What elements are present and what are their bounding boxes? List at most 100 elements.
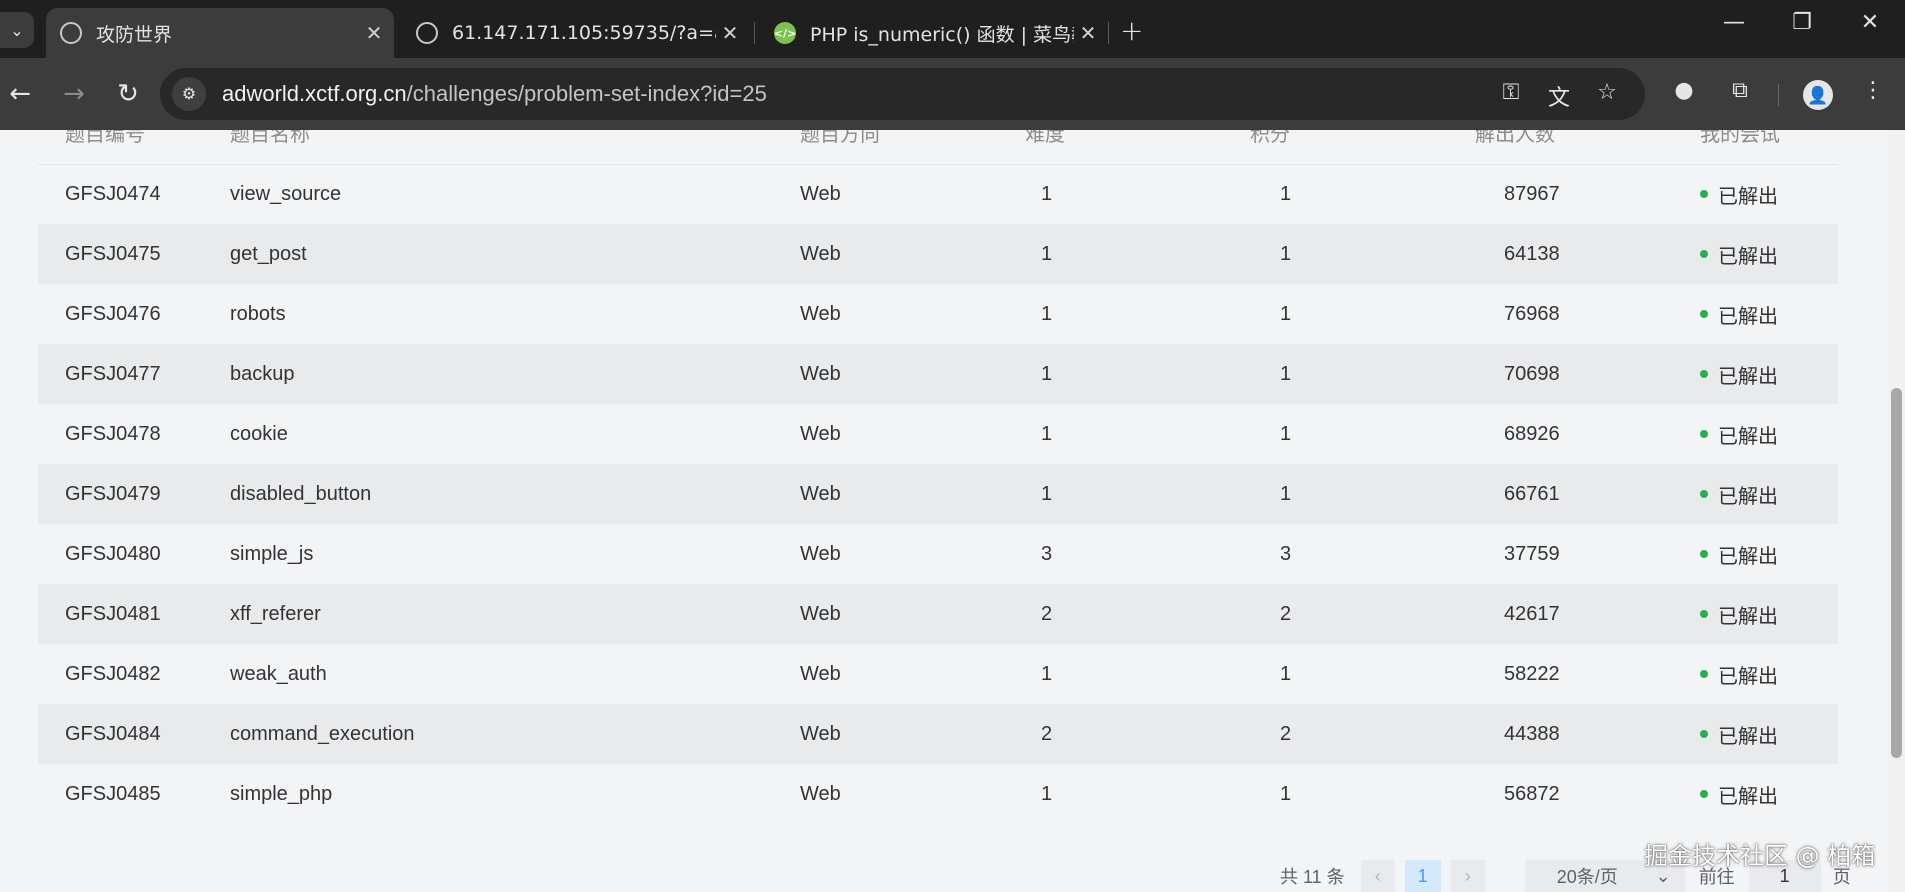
- scrollbar-thumb[interactable]: [1891, 388, 1902, 758]
- close-icon[interactable]: ✕: [1074, 21, 1102, 45]
- cell-direction: Web: [773, 224, 998, 284]
- status-badge: 已解出: [1700, 240, 1778, 269]
- cell-solves: 87967: [1504, 182, 1560, 205]
- site-info-icon[interactable]: ⚙: [172, 77, 206, 111]
- menu-kebab-icon[interactable]: ⋮: [1857, 78, 1889, 103]
- header-score: 积分: [1223, 130, 1448, 165]
- cell-name[interactable]: simple_php: [203, 764, 773, 824]
- back-icon[interactable]: ←: [2, 76, 38, 112]
- cell-score: 1: [1223, 224, 1448, 284]
- cell-id: GFSJ0480: [65, 542, 161, 565]
- table-row[interactable]: GFSJ0478 cookie Web 1 1 68926 已解出: [38, 404, 1838, 464]
- cell-difficulty: 2: [998, 584, 1223, 644]
- cell-attempt: 已解出: [1673, 584, 1838, 644]
- cell-score: 1: [1280, 182, 1292, 205]
- cell-score: 1: [1280, 422, 1292, 445]
- globe-icon: [416, 22, 438, 44]
- status-label: 已解出: [1718, 185, 1778, 208]
- cell-solves: 68926: [1504, 422, 1560, 445]
- cell-id: GFSJ0478: [65, 422, 161, 445]
- tab-challenge-site[interactable]: 61.147.171.105:59735/?a=asd ✕: [402, 8, 750, 58]
- cell-direction: Web: [800, 782, 841, 805]
- table-row[interactable]: GFSJ0480 simple_js Web 3 3 37759 已解出: [38, 524, 1838, 584]
- status-label: 已解出: [1718, 425, 1778, 448]
- next-page-button[interactable]: ›: [1450, 860, 1485, 892]
- status-badge: 已解出: [1700, 660, 1778, 689]
- extension-circle-icon[interactable]: ●: [1668, 78, 1700, 103]
- cell-name[interactable]: backup: [203, 344, 773, 404]
- cell-name[interactable]: view_source: [203, 164, 773, 224]
- cell-score: 1: [1223, 344, 1448, 404]
- new-tab-icon[interactable]: +: [1120, 14, 1143, 47]
- translate-icon[interactable]: 文: [1544, 80, 1574, 112]
- cell-direction: Web: [773, 344, 998, 404]
- browser-toolbar: ← → ↻ ⚙ adworld.xctf.org.cn/challenges/p…: [0, 58, 1905, 130]
- table-row[interactable]: GFSJ0474 view_source Web 1 1 87967 已解出: [38, 164, 1838, 224]
- cell-solves: 70698: [1448, 344, 1673, 404]
- challenge-table: 题目编号 题目名称 题目方向 难度 积分 解出人数 我的尝试 GFSJ0474 v…: [38, 130, 1838, 824]
- close-icon[interactable]: ✕: [716, 21, 744, 45]
- extensions-puzzle-icon[interactable]: ⧉: [1724, 78, 1756, 103]
- cell-difficulty: 1: [1041, 302, 1053, 325]
- status-label: 已解出: [1718, 605, 1778, 628]
- close-icon[interactable]: ✕: [360, 21, 388, 45]
- cell-name[interactable]: simple_js: [203, 524, 773, 584]
- header-name: 题目名称: [203, 130, 773, 165]
- cell-score: 1: [1280, 302, 1292, 325]
- cell-direction: Web: [800, 542, 841, 565]
- minimize-icon[interactable]: —: [1714, 10, 1754, 35]
- key-icon[interactable]: ⚿: [1496, 80, 1526, 105]
- solved-dot-icon: [1700, 490, 1708, 498]
- status-label: 已解出: [1718, 365, 1778, 388]
- table-header-row: 题目编号 题目名称 题目方向 难度 积分 解出人数 我的尝试: [38, 130, 1838, 165]
- cell-id: GFSJ0477: [38, 344, 203, 404]
- status-label: 已解出: [1718, 665, 1778, 688]
- table-row[interactable]: GFSJ0477 backup Web 1 1 70698 已解出: [38, 344, 1838, 404]
- address-bar[interactable]: ⚙ adworld.xctf.org.cn/challenges/problem…: [160, 68, 1645, 120]
- prev-page-button[interactable]: ‹: [1360, 860, 1395, 892]
- window-close-icon[interactable]: ✕: [1850, 10, 1890, 35]
- status-badge: 已解出: [1700, 420, 1778, 449]
- cell-difficulty: 1: [1041, 662, 1053, 685]
- table-row[interactable]: GFSJ0481 xff_referer Web 2 2 42617 已解出: [38, 584, 1838, 644]
- solved-dot-icon: [1700, 550, 1708, 558]
- tab-search-button[interactable]: ⌄: [0, 12, 34, 48]
- profile-avatar-icon[interactable]: 👤: [1803, 80, 1833, 110]
- cell-name[interactable]: cookie: [203, 404, 773, 464]
- pagination-total: 共 11 条: [1280, 867, 1345, 887]
- restore-icon[interactable]: ❐: [1782, 10, 1822, 35]
- cell-id: GFSJ0479: [38, 464, 203, 524]
- page-scrollbar[interactable]: [1888, 130, 1905, 892]
- page-number-current[interactable]: 1: [1404, 860, 1441, 892]
- cell-attempt: 已解出: [1673, 344, 1838, 404]
- page-size-value: 20条/页: [1556, 867, 1618, 887]
- solved-dot-icon: [1700, 790, 1708, 798]
- cell-name[interactable]: command_execution: [203, 704, 773, 764]
- table-row[interactable]: GFSJ0475 get_post Web 1 1 64138 已解出: [38, 224, 1838, 284]
- table-row[interactable]: GFSJ0484 command_execution Web 2 2 44388 已解出: [38, 704, 1838, 764]
- status-label: 已解出: [1718, 485, 1778, 508]
- toolbar-divider: [1778, 84, 1779, 106]
- cell-name[interactable]: xff_referer: [203, 584, 773, 644]
- cell-name[interactable]: robots: [203, 284, 773, 344]
- tab-adworld[interactable]: 攻防世界 ✕: [46, 8, 394, 58]
- table-row[interactable]: GFSJ0479 disabled_button Web 1 1 66761 已解出: [38, 464, 1838, 524]
- browser-tab-strip: ⌄ 攻防世界 ✕ 61.147.171.105:59735/?a=asd ✕ <…: [0, 0, 1905, 58]
- table-row[interactable]: GFSJ0482 weak_auth Web 1 1 58222 已解出: [38, 644, 1838, 704]
- solved-dot-icon: [1700, 190, 1708, 199]
- cell-score: 1: [1280, 782, 1292, 805]
- bookmark-star-icon[interactable]: ☆: [1592, 80, 1622, 105]
- solved-dot-icon: [1700, 370, 1708, 378]
- cell-name[interactable]: disabled_button: [203, 464, 773, 524]
- cell-id: GFSJ0482: [65, 662, 161, 685]
- cell-id: GFSJ0481: [38, 584, 203, 644]
- status-label: 已解出: [1718, 305, 1778, 328]
- reload-icon[interactable]: ↻: [110, 76, 146, 112]
- table-row[interactable]: GFSJ0485 simple_php Web 1 1 56872 已解出: [38, 764, 1838, 824]
- cell-name[interactable]: get_post: [203, 224, 773, 284]
- cell-name[interactable]: weak_auth: [203, 644, 773, 704]
- url-text[interactable]: adworld.xctf.org.cn/challenges/problem-s…: [222, 81, 767, 107]
- tab-runoob[interactable]: </> PHP is_numeric() 函数 | 菜鸟教 ✕: [760, 8, 1108, 58]
- table-row[interactable]: GFSJ0476 robots Web 1 1 76968 已解出: [38, 284, 1838, 344]
- forward-icon[interactable]: →: [56, 76, 92, 112]
